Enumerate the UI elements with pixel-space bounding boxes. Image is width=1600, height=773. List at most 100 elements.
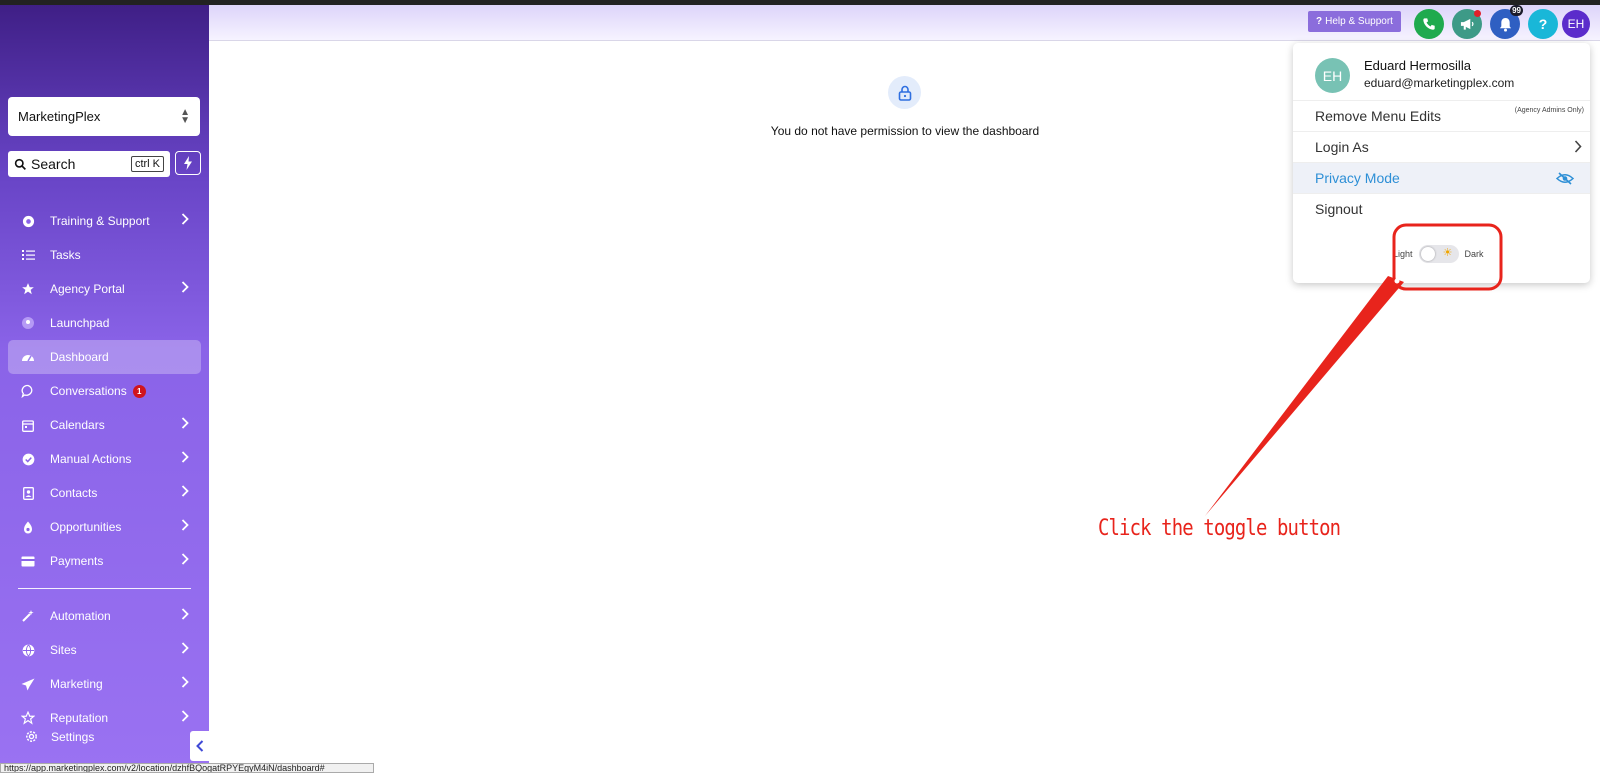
sidebar-item-automation[interactable]: Automation	[8, 599, 201, 633]
user-dropdown-menu: EH Eduard Hermosilla eduard@marketingple…	[1293, 43, 1590, 283]
sidebar-item-launchpad[interactable]: Launchpad	[8, 306, 201, 340]
search-label: Search	[31, 156, 76, 172]
sidebar-item-calendars[interactable]: Calendars	[8, 408, 201, 442]
sidebar-item-conversations[interactable]: Conversations 1	[8, 374, 201, 408]
sun-icon: ☀	[1442, 247, 1453, 259]
sidebar-item-label: Marketing	[50, 677, 103, 691]
avatar-initials: EH	[1322, 67, 1343, 84]
sidebar-item-agency-portal[interactable]: Agency Portal	[8, 272, 201, 306]
sidebar-item-opportunities[interactable]: Opportunities	[8, 510, 201, 544]
menu-item-privacy-mode[interactable]: Privacy Mode	[1293, 162, 1590, 193]
question-icon: ?	[1538, 16, 1548, 32]
star-icon	[20, 281, 36, 297]
sidebar-item-label: Tasks	[50, 248, 81, 262]
menu-item-label: Privacy Mode	[1315, 170, 1400, 186]
sidebar-item-label: Dashboard	[50, 350, 109, 364]
chevron-right-icon	[181, 553, 189, 568]
question-icon: ?	[1316, 16, 1323, 27]
sidebar-item-label: Sites	[50, 643, 77, 657]
agency-admins-note: (Agency Admins Only)	[1514, 107, 1584, 114]
theme-light-label: Light	[1393, 249, 1413, 259]
annotation-arrow	[1205, 276, 1404, 516]
lock-badge	[888, 76, 921, 109]
sidebar-item-label: Automation	[50, 609, 111, 623]
sidebar-item-label: Conversations	[50, 384, 127, 398]
chevron-right-icon	[181, 519, 189, 534]
eye-off-icon	[1555, 172, 1575, 188]
menu-item-label: Remove Menu Edits	[1315, 108, 1442, 124]
chevron-right-icon	[181, 281, 189, 296]
funnel-icon	[20, 519, 36, 535]
sidebar-item-training-support[interactable]: Training & Support	[8, 204, 201, 238]
sidebar-item-manual-actions[interactable]: Manual Actions	[8, 442, 201, 476]
announcements-button[interactable]	[1452, 9, 1482, 39]
user-avatar-button[interactable]: EH	[1562, 10, 1590, 38]
quick-action-button[interactable]	[175, 151, 201, 175]
notifications-button[interactable]: 99	[1490, 5, 1523, 39]
contact-card-icon	[20, 485, 36, 501]
chevron-right-icon	[1574, 140, 1582, 156]
sidebar-item-settings[interactable]: Settings	[24, 729, 94, 744]
account-switcher[interactable]: MarketingPlex ▲ ▼	[8, 97, 200, 136]
chat-icon	[20, 383, 36, 399]
lock-icon	[898, 85, 911, 101]
calendar-icon	[20, 417, 36, 433]
search-icon	[14, 158, 26, 170]
credit-card-icon	[20, 553, 36, 569]
status-bar-url: https://app.marketingplex.com/v2/locatio…	[0, 763, 374, 773]
bell-icon	[1499, 17, 1511, 32]
theme-switcher: Light ☀ Dark	[1393, 245, 1484, 263]
menu-item-remove-menu-edits[interactable]: Remove Menu Edits (Agency Admins Only)	[1293, 100, 1590, 131]
help-support-button[interactable]: ? Help & Support	[1308, 11, 1401, 32]
sidebar: MarketingPlex ▲ ▼ Search ctrl K Training …	[0, 5, 209, 773]
gear-icon	[26, 731, 37, 742]
help-support-label: Help & Support	[1325, 16, 1393, 27]
phone-button[interactable]	[1414, 9, 1444, 39]
search-shortcut: ctrl K	[130, 156, 164, 172]
sidebar-item-payments[interactable]: Payments	[8, 544, 201, 578]
sidebar-item-label: Calendars	[50, 418, 105, 432]
theme-toggle[interactable]: ☀	[1418, 245, 1459, 263]
chevron-right-icon	[181, 213, 189, 228]
updown-chevron-icon: ▲ ▼	[180, 106, 190, 126]
sidebar-item-label: Opportunities	[50, 520, 122, 534]
sidebar-item-label: Launchpad	[50, 316, 110, 330]
new-indicator-dot	[1474, 10, 1481, 17]
unread-badge: 1	[132, 384, 146, 398]
sidebar-item-sites[interactable]: Sites	[8, 633, 201, 667]
user-avatar: EH	[1315, 58, 1350, 93]
annotation-text: Click the toggle button	[1098, 516, 1341, 541]
phone-icon	[1423, 18, 1435, 30]
theme-dark-label: Dark	[1464, 249, 1484, 259]
avatar-initials: EH	[1567, 17, 1585, 31]
sidebar-item-contacts[interactable]: Contacts	[8, 476, 201, 510]
search-input[interactable]: Search ctrl K	[8, 151, 170, 177]
sidebar-item-tasks[interactable]: Tasks	[8, 238, 201, 272]
collapse-sidebar-button[interactable]	[190, 731, 209, 761]
sidebar-item-label: Manual Actions	[50, 452, 132, 466]
help-button[interactable]: ?	[1528, 9, 1558, 39]
sidebar-item-label: Training & Support	[50, 214, 150, 228]
sidebar-item-dashboard[interactable]: Dashboard	[8, 340, 201, 374]
chevron-right-icon	[181, 608, 189, 623]
menu-item-label: Login As	[1315, 139, 1369, 155]
sidebar-nav: Training & Support Tasks Agency Portal L…	[8, 204, 201, 735]
megaphone-icon	[1460, 18, 1473, 30]
sidebar-item-label: Agency Portal	[50, 282, 125, 296]
menu-item-signout[interactable]: Signout	[1293, 193, 1590, 224]
star-outline-icon	[20, 710, 36, 726]
permission-message: You do not have permission to view the d…	[770, 124, 1040, 138]
gauge-icon	[20, 349, 36, 365]
sidebar-item-label: Payments	[50, 554, 104, 568]
magic-wand-icon	[20, 608, 36, 624]
lightning-icon	[184, 156, 192, 170]
notification-count: 99	[1510, 5, 1523, 16]
sidebar-item-label: Contacts	[50, 486, 98, 500]
menu-item-login-as[interactable]: Login As	[1293, 131, 1590, 162]
sidebar-item-marketing[interactable]: Marketing	[8, 667, 201, 701]
paper-plane-icon	[20, 676, 36, 692]
user-name: Eduard Hermosilla	[1364, 58, 1471, 73]
check-circle-icon	[20, 451, 36, 467]
chevron-right-icon	[181, 676, 189, 691]
menu-item-label: Signout	[1315, 201, 1363, 217]
